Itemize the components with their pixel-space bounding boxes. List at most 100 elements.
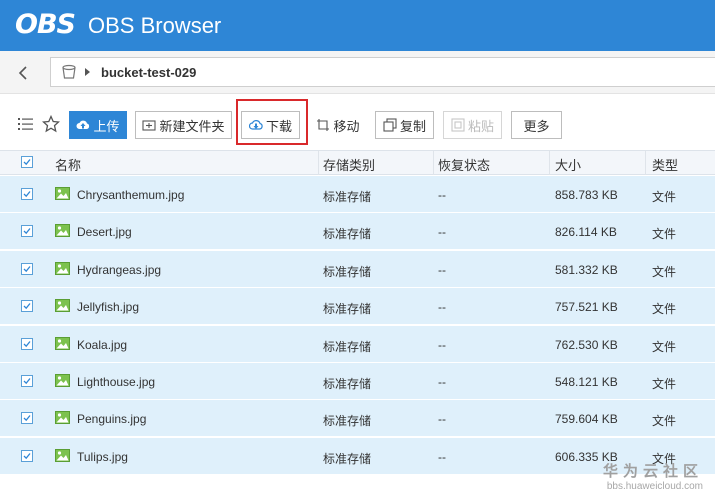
file-size: 858.783 KB: [555, 188, 618, 202]
paste-button[interactable]: 粘贴: [443, 111, 502, 139]
file-size: 762.530 KB: [555, 337, 618, 352]
upload-label: 上传: [93, 118, 120, 134]
checkmark-icon: [23, 191, 31, 198]
breadcrumb-bucket[interactable]: bucket-test-029: [101, 65, 196, 80]
chevron-left-icon: [18, 66, 27, 80]
paste-icon: [451, 118, 465, 132]
file-name[interactable]: Tulips.jpg: [77, 450, 128, 464]
new-folder-label: 新建文件夹: [159, 118, 225, 134]
table-row[interactable]: Desert.jpg 标准存储 -- 826.114 KB 文件: [0, 213, 715, 251]
row-checkbox[interactable]: [21, 375, 33, 387]
image-file-icon: [55, 224, 70, 238]
storage-class: 标准存储: [323, 190, 372, 204]
table-row[interactable]: Koala.jpg 标准存储 -- 762.530 KB 文件: [0, 325, 715, 363]
col-header-storage[interactable]: 存储类别: [323, 155, 375, 174]
restore-status: --: [438, 188, 446, 202]
bucket-icon: [62, 64, 76, 79]
download-highlight-frame: [236, 99, 308, 145]
file-name[interactable]: Penguins.jpg: [77, 412, 146, 426]
column-divider[interactable]: [318, 151, 319, 175]
restore-status: --: [438, 300, 446, 315]
move-icon: [317, 119, 330, 131]
file-type: 文件: [652, 302, 677, 317]
table-row[interactable]: Penguins.jpg 标准存储 -- 759.604 KB 文件: [0, 400, 715, 438]
file-size: 759.604 KB: [555, 412, 618, 427]
star-icon[interactable]: [42, 115, 60, 133]
storage-class: 标准存储: [323, 339, 372, 354]
file-name[interactable]: Hydrangeas.jpg: [77, 263, 161, 277]
title-bar: OBS OBS Browser: [0, 0, 715, 51]
watermark-brand: 华为云社区: [602, 463, 703, 480]
file-type: 文件: [652, 264, 677, 279]
logo-text: OBS: [15, 9, 76, 40]
column-divider[interactable]: [645, 151, 646, 175]
image-file-icon: [55, 411, 70, 425]
file-name[interactable]: Desert.jpg: [77, 225, 132, 239]
move-label: 移动: [333, 118, 360, 134]
file-name[interactable]: Koala.jpg: [77, 338, 127, 352]
row-checkbox[interactable]: [21, 337, 33, 350]
watermark: 华为云社区 bbs.huaweicloud.com: [603, 460, 703, 492]
row-checkbox[interactable]: [21, 262, 33, 275]
paste-label: 粘贴: [467, 118, 494, 134]
table-row[interactable]: Chrysanthemum.jpg 标准存储 -- 858.783 KB 文件: [0, 176, 715, 213]
file-type: 文件: [652, 377, 677, 391]
file-name[interactable]: Lighthouse.jpg: [77, 375, 155, 389]
upload-button[interactable]: 上传: [69, 111, 127, 139]
file-name[interactable]: Chrysanthemum.jpg: [77, 188, 184, 202]
table-row[interactable]: Jellyfish.jpg 标准存储 -- 757.521 KB 文件: [0, 288, 715, 326]
storage-class: 标准存储: [323, 302, 372, 317]
file-size: 581.332 KB: [555, 262, 618, 277]
checkmark-icon: [23, 265, 31, 272]
col-header-size[interactable]: 大小: [555, 155, 581, 174]
copy-button[interactable]: 复制: [375, 111, 434, 139]
column-divider[interactable]: [549, 151, 550, 175]
checkmark-icon: [23, 340, 31, 347]
app-title: OBS Browser: [88, 13, 222, 38]
new-folder-icon: [142, 120, 157, 131]
copy-label: 复制: [399, 118, 426, 134]
checkmark-icon: [23, 378, 31, 385]
file-size: 548.121 KB: [555, 375, 618, 389]
restore-status: --: [438, 412, 446, 427]
file-size: 826.114 KB: [555, 225, 617, 240]
select-all-checkbox[interactable]: [21, 156, 33, 168]
image-file-icon: [55, 336, 70, 350]
checkmark-icon: [23, 228, 31, 235]
row-checkbox[interactable]: [21, 300, 33, 313]
col-header-restore[interactable]: 恢复状态: [438, 155, 490, 174]
restore-status: --: [438, 262, 446, 277]
list-view-icon[interactable]: [17, 115, 35, 133]
file-type: 文件: [652, 227, 677, 242]
image-file-icon: [55, 187, 70, 200]
col-header-name[interactable]: 名称: [55, 155, 81, 174]
new-folder-button[interactable]: 新建文件夹: [135, 111, 232, 139]
file-type: 文件: [652, 339, 677, 354]
table-row[interactable]: Hydrangeas.jpg 标准存储 -- 581.332 KB 文件: [0, 250, 715, 288]
row-checkbox[interactable]: [21, 412, 33, 425]
storage-class: 标准存储: [323, 414, 372, 429]
row-checkbox[interactable]: [21, 225, 33, 238]
file-type: 文件: [652, 414, 677, 429]
checkmark-icon: [23, 452, 31, 459]
cloud-upload-icon: [76, 120, 90, 129]
address-bar: bucket-test-029: [0, 51, 715, 94]
image-file-icon: [55, 448, 70, 462]
file-size: 757.521 KB: [555, 300, 618, 315]
row-checkbox[interactable]: [21, 188, 33, 200]
col-header-type[interactable]: 类型: [652, 155, 678, 174]
storage-class: 标准存储: [323, 377, 372, 391]
back-button[interactable]: [14, 63, 34, 83]
image-file-icon: [55, 299, 70, 313]
checkmark-icon: [23, 303, 31, 310]
storage-class: 标准存储: [323, 264, 372, 279]
table-row[interactable]: Lighthouse.jpg 标准存储 -- 548.121 KB 文件: [0, 363, 715, 400]
move-button[interactable]: 移动: [309, 111, 367, 139]
path-field[interactable]: bucket-test-029: [50, 57, 715, 87]
checkmark-icon: [23, 415, 31, 422]
file-name[interactable]: Jellyfish.jpg: [77, 300, 139, 314]
row-checkbox[interactable]: [21, 449, 33, 462]
restore-status: --: [438, 375, 446, 389]
more-button[interactable]: 更多: [511, 111, 562, 139]
column-divider[interactable]: [433, 151, 434, 175]
